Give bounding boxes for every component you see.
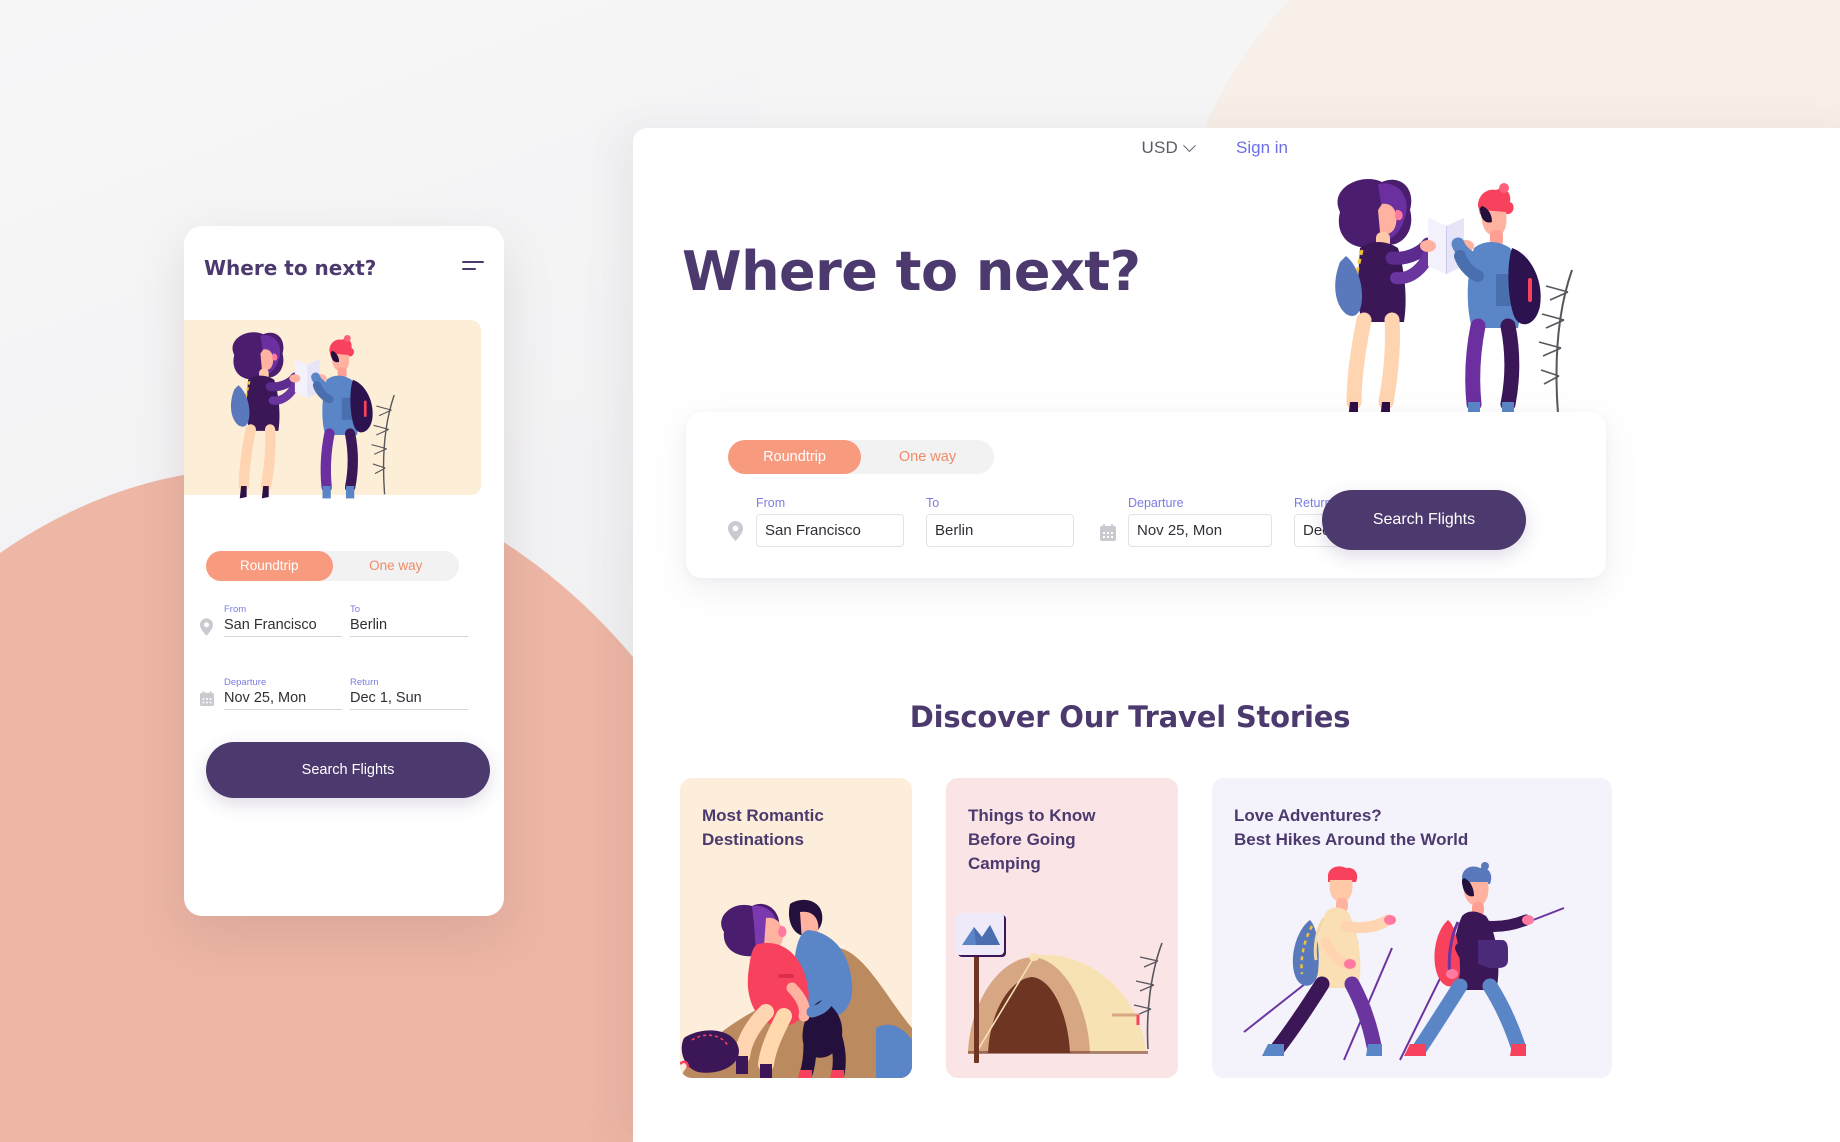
departure-field: Departure xyxy=(1128,496,1272,547)
from-label: From xyxy=(756,496,786,510)
story-card-romantic[interactable]: Most Romantic Destinations xyxy=(680,778,912,1078)
mobile-to-input[interactable] xyxy=(350,617,468,637)
mobile-row-dates: Departure Return xyxy=(200,677,490,710)
story-card-camping[interactable]: Things to Know Before Going Camping xyxy=(946,778,1178,1078)
trip-type-toggle: Roundtrip One way xyxy=(728,440,994,474)
mobile-title: Where to next? xyxy=(204,256,377,280)
page-title: Where to next? xyxy=(682,240,1141,303)
mobile-travelers-illustration xyxy=(230,332,395,499)
mobile-search-fields: From To Departure xyxy=(200,604,490,750)
story-card-title: Things to Know Before Going Camping xyxy=(968,806,1096,874)
story-card-title: Love Adventures? Best Hikes Around the W… xyxy=(1234,806,1469,850)
chevron-down-icon xyxy=(1183,138,1196,152)
mobile-from-field: From xyxy=(224,604,344,637)
page-root: USD Sign in Where to next? Roundtrip One… xyxy=(0,0,1840,1142)
topbar: USD Sign in xyxy=(1142,138,1288,158)
departure-label: Departure xyxy=(1128,496,1184,510)
mobile-return-field: Return xyxy=(350,677,470,710)
trip-type-roundtrip[interactable]: Roundtrip xyxy=(728,440,861,474)
mobile-from-label: From xyxy=(224,604,247,615)
two-hikers-illustration xyxy=(1243,862,1565,1061)
mobile-trip-type-toggle: Roundtrip One way xyxy=(206,551,459,581)
from-field: From xyxy=(756,496,904,547)
mobile-from-input[interactable] xyxy=(224,617,342,637)
couple-on-hill-illustration xyxy=(680,899,912,1078)
currency-selector[interactable]: USD xyxy=(1141,138,1196,158)
to-label: To xyxy=(926,496,940,510)
map-pin-icon xyxy=(728,521,750,547)
mobile-departure-input[interactable] xyxy=(224,690,342,710)
from-input[interactable] xyxy=(756,514,904,547)
trip-type-oneway[interactable]: One way xyxy=(861,440,994,474)
mobile-return-label: Return xyxy=(350,677,379,688)
mobile-trip-type-roundtrip[interactable]: Roundtrip xyxy=(206,551,333,581)
to-field: To xyxy=(926,496,1074,547)
calendar-icon xyxy=(1100,524,1122,547)
mobile-trip-type-oneway[interactable]: One way xyxy=(333,551,460,581)
story-card-hikes[interactable]: Love Adventures? Best Hikes Around the W… xyxy=(1212,778,1612,1078)
mobile-mockup: Where to next? Roundtrip One way From Sa… xyxy=(184,226,504,916)
story-card-title: Most Romantic Destinations xyxy=(702,806,824,850)
mobile-screen: Where to next? Roundtrip One way From Sa… xyxy=(184,226,504,916)
calendar-icon xyxy=(200,677,224,710)
search-flights-button[interactable]: Search Flights xyxy=(1322,490,1526,550)
mobile-search-flights-button[interactable]: Search Flights xyxy=(206,742,490,798)
currency-label: USD xyxy=(1141,138,1179,157)
mobile-row-locations: From To xyxy=(200,604,490,637)
mobile-departure-label: Departure xyxy=(224,677,267,688)
hamburger-menu-icon[interactable] xyxy=(462,261,484,275)
stories-heading: Discover Our Travel Stories xyxy=(909,700,1351,734)
camping-tent-illustration xyxy=(956,913,1163,1063)
departure-input[interactable] xyxy=(1128,514,1272,547)
to-input[interactable] xyxy=(926,514,1074,547)
sign-in-link[interactable]: Sign in xyxy=(1236,138,1288,158)
mobile-to-label: To xyxy=(350,604,361,615)
stories-cards: Most Romantic Destinations Things to Kno… xyxy=(680,778,1612,1078)
mobile-to-field: To xyxy=(350,604,470,637)
map-pin-icon xyxy=(200,604,224,637)
mobile-illustration-area xyxy=(184,320,504,500)
mobile-header: Where to next? xyxy=(204,256,484,280)
mobile-return-input[interactable] xyxy=(350,690,468,710)
mobile-departure-field: Departure xyxy=(224,677,344,710)
